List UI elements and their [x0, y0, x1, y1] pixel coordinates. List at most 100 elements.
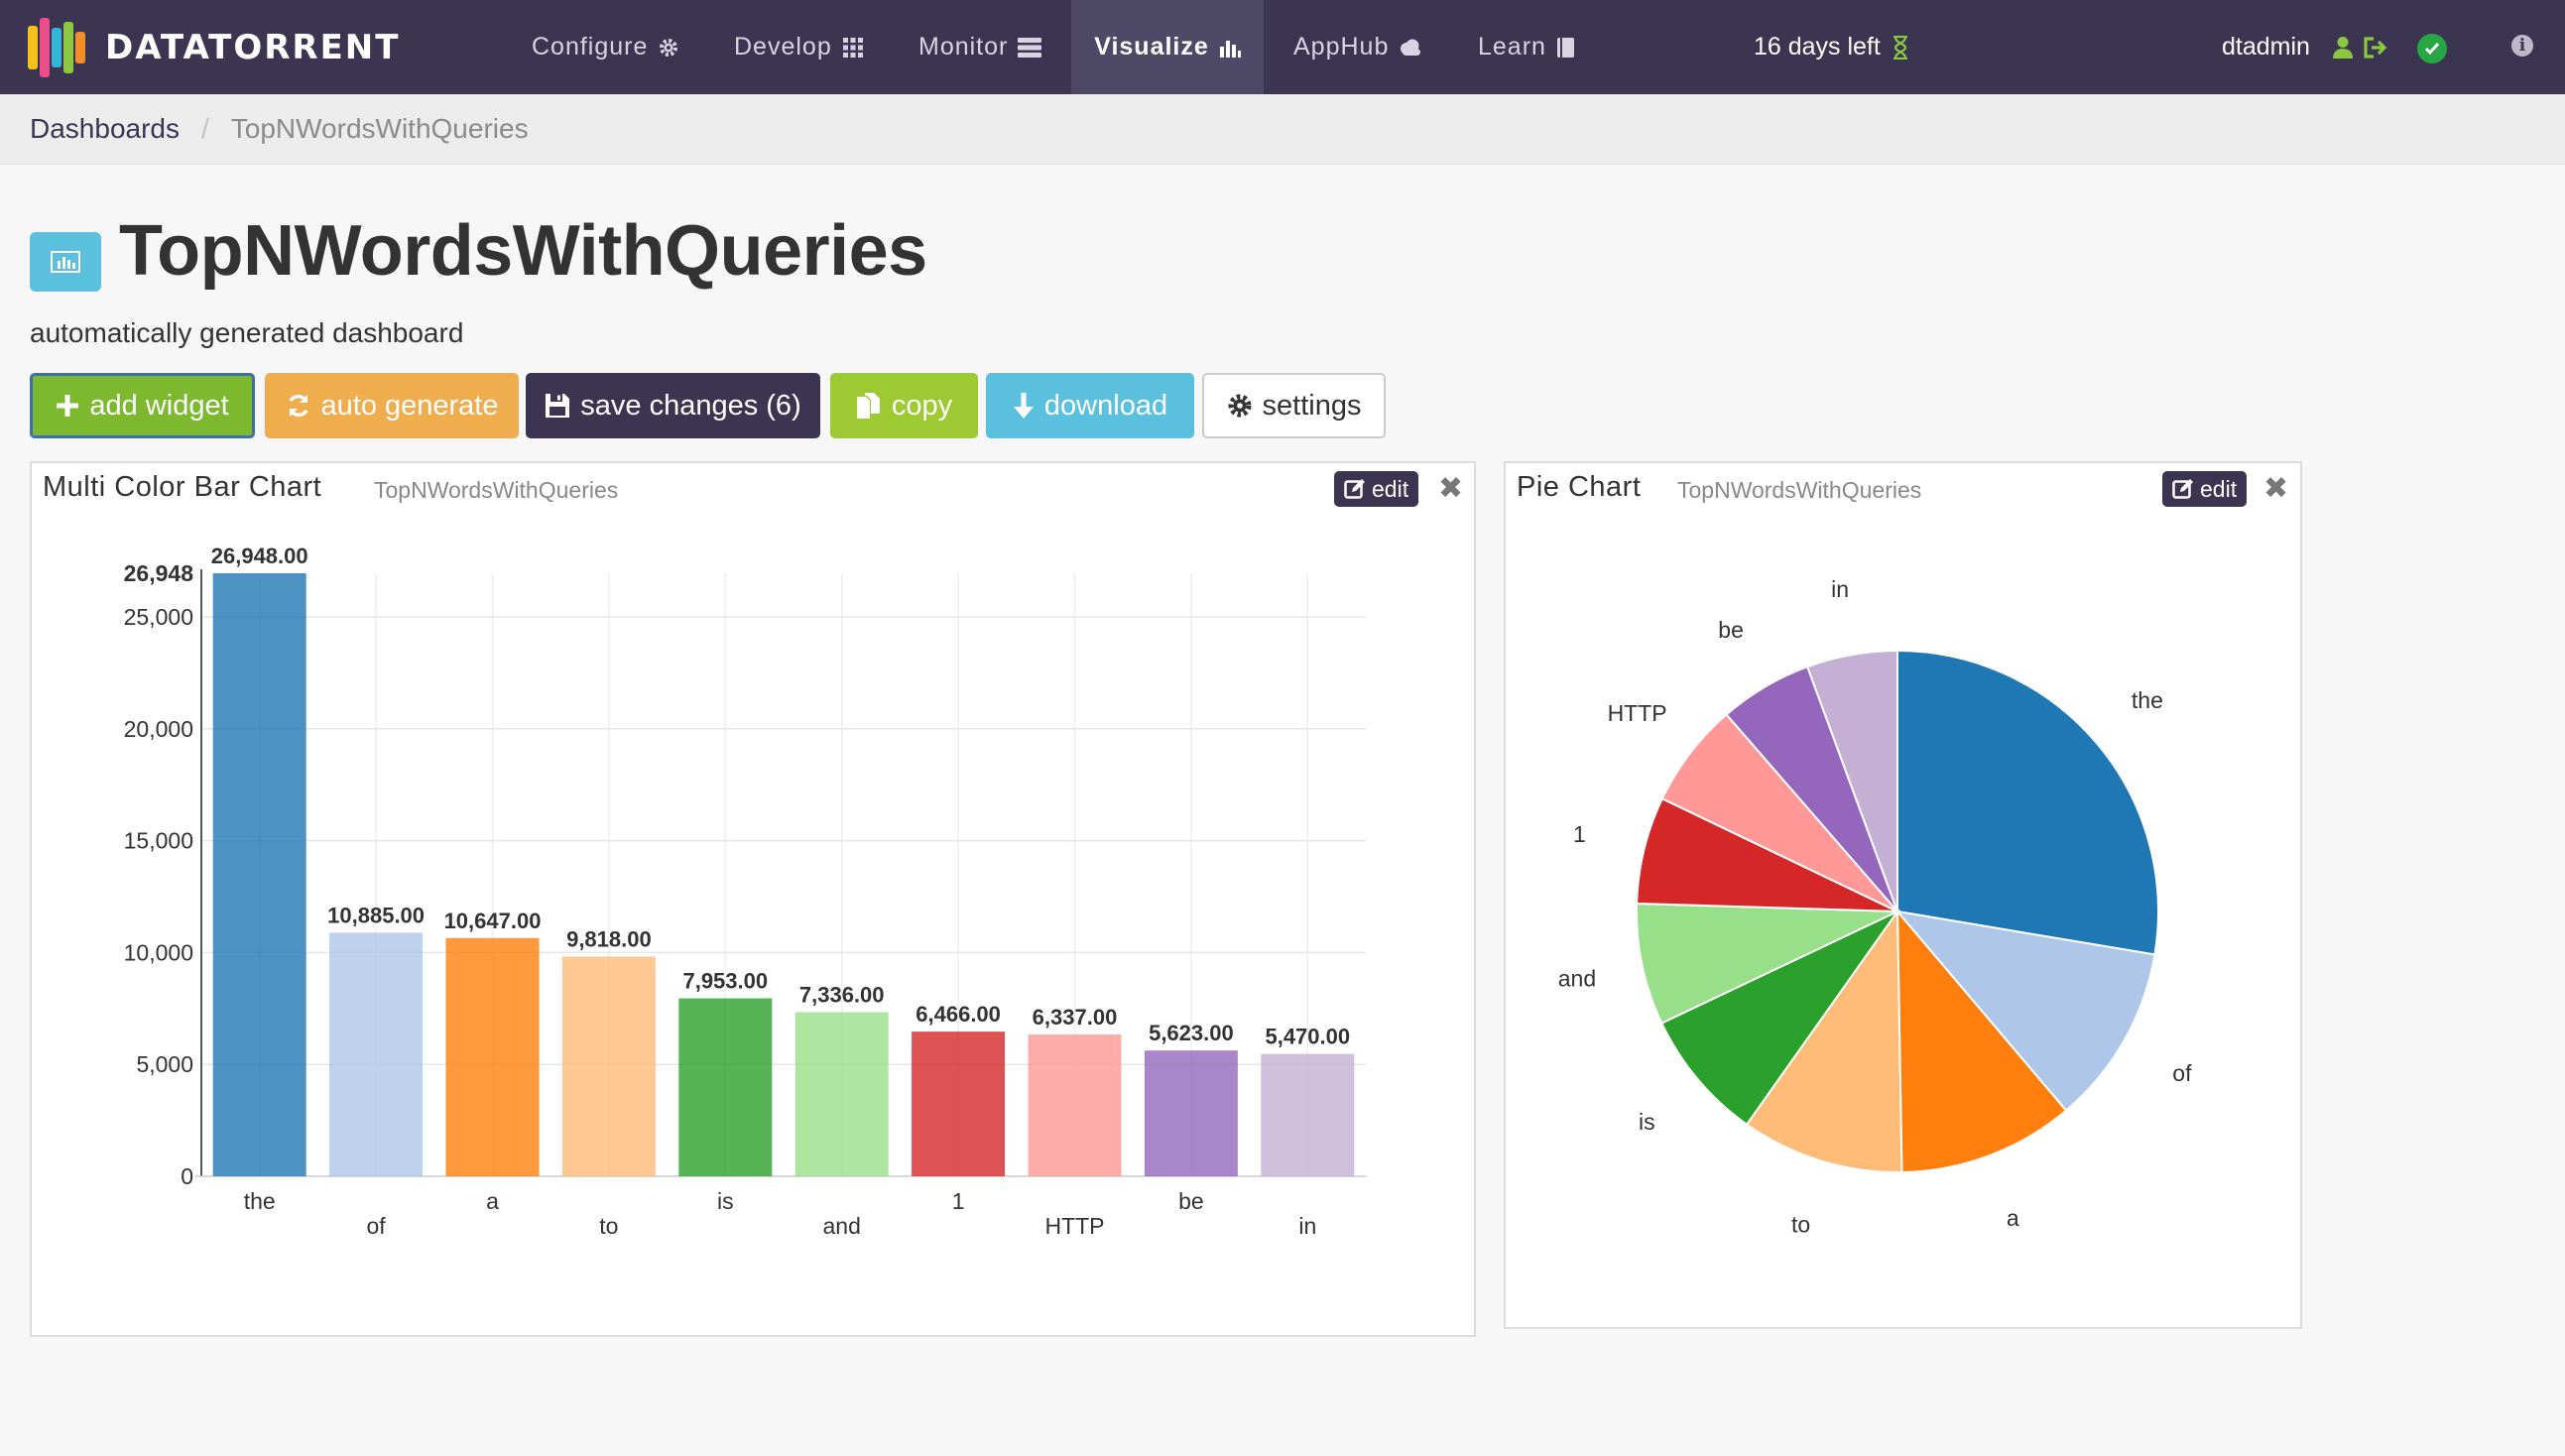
download-icon — [1013, 392, 1035, 420]
x-tick-label: is — [717, 1188, 734, 1214]
y-tick-label: 25,000 — [124, 604, 193, 630]
top-navbar: DATATORRENT Configure Develop Monitor Vi… — [0, 0, 2565, 94]
auto-generate-button[interactable]: auto generate — [265, 373, 519, 438]
x-tick-label: of — [367, 1213, 387, 1239]
plus-icon — [56, 394, 79, 418]
download-button[interactable]: download — [986, 373, 1194, 438]
x-tick-label: the — [244, 1188, 276, 1214]
settings-button[interactable]: settings — [1202, 373, 1386, 438]
nav-develop-label: Develop — [734, 33, 832, 61]
pie-label: HTTP — [1608, 700, 1667, 726]
nav-configure[interactable]: Configure — [504, 0, 707, 94]
pie-label: is — [1639, 1109, 1655, 1135]
bar — [1261, 1053, 1355, 1176]
pie-chart: the of a to is and 1 HTTP be in — [1558, 576, 2192, 1237]
dashboard-icon — [30, 232, 101, 292]
datatorrent-logo-icon — [28, 18, 85, 77]
save-changes-button[interactable]: save changes (6) — [526, 373, 820, 438]
gear-icon — [1227, 393, 1253, 419]
status-ok-icon[interactable] — [2417, 34, 2447, 63]
user-icon[interactable] — [2332, 36, 2354, 60]
nav-develop[interactable]: Develop — [706, 0, 892, 94]
username: dtadmin — [2222, 33, 2310, 61]
bar-value-label: 5,623.00 — [1149, 1021, 1234, 1045]
breadcrumb: Dashboards / TopNWordsWithQueries — [0, 94, 2565, 165]
y-tick-label: 5,000 — [136, 1051, 193, 1077]
nav-visualize-label: Visualize — [1094, 33, 1209, 61]
settings-label: settings — [1262, 389, 1362, 422]
save-icon — [545, 393, 570, 419]
grid-icon — [842, 37, 864, 59]
nav-monitor-label: Monitor — [918, 33, 1009, 61]
bar-value-label: 26,948.00 — [211, 544, 308, 568]
y-tick-label: 0 — [181, 1163, 193, 1189]
bar — [912, 1031, 1006, 1176]
trial-status: 16 days left — [1754, 0, 1908, 94]
brand-name: DATATORRENT — [105, 28, 401, 67]
download-label: download — [1043, 389, 1168, 422]
bar-value-label: 10,647.00 — [444, 909, 542, 933]
add-widget-button[interactable]: add widget — [30, 373, 255, 438]
auto-generate-label: auto generate — [320, 389, 499, 422]
nav-configure-label: Configure — [532, 33, 649, 61]
y-max-label: 26,948 — [124, 560, 194, 586]
bar-value-label: 5,470.00 — [1265, 1025, 1350, 1049]
bar — [1028, 1034, 1122, 1176]
bar-value-label: 9,818.00 — [566, 926, 652, 951]
pie-slice — [1896, 649, 2159, 956]
y-tick-label: 15,000 — [124, 828, 193, 854]
nav-monitor[interactable]: Monitor — [891, 0, 1069, 94]
book-icon — [1556, 37, 1576, 59]
nav-apphub-label: AppHub — [1293, 33, 1390, 61]
page-subtitle: automatically generated dashboard — [30, 317, 464, 348]
bar — [329, 932, 424, 1176]
bar-value-label: 7,953.00 — [682, 969, 768, 994]
server-icon — [1018, 37, 1042, 59]
breadcrumb-current: TopNWordsWithQueries — [230, 113, 529, 144]
breadcrumb-separator: / — [200, 113, 209, 144]
page-title: TopNWordsWithQueries — [119, 211, 927, 291]
copy-label: copy — [891, 389, 953, 422]
pie-label: be — [1718, 617, 1744, 643]
bar-value-label: 10,885.00 — [327, 903, 425, 927]
pie-label: 1 — [1573, 821, 1586, 847]
bar — [212, 573, 306, 1176]
nav-visualize[interactable]: Visualize — [1071, 0, 1264, 94]
bar — [1144, 1050, 1238, 1176]
pie-label: and — [1558, 965, 1596, 991]
bar — [794, 1012, 889, 1176]
copy-button[interactable]: copy — [830, 373, 978, 438]
bar-chart: 0 5,000 10,000 15,000 20,000 25,000 26,948 26,9… — [124, 544, 1366, 1239]
nav-learn[interactable]: Learn — [1450, 0, 1604, 94]
y-tick-label: 10,000 — [124, 939, 193, 965]
bar-value-label: 6,466.00 — [916, 1002, 1001, 1027]
save-changes-label: save changes (6) — [580, 389, 801, 422]
bar — [445, 937, 540, 1176]
pie-label: the — [2132, 687, 2163, 713]
bar-value-label: 6,337.00 — [1033, 1005, 1118, 1030]
gear-icon — [658, 37, 679, 59]
info-icon[interactable]: i — [2511, 35, 2533, 57]
nav-apphub[interactable]: AppHub — [1266, 0, 1450, 94]
nav-learn-label: Learn — [1478, 33, 1546, 61]
breadcrumb-dashboards-link[interactable]: Dashboards — [30, 113, 180, 145]
x-tick-label: and — [823, 1213, 861, 1239]
bar-chart-widget: Multi Color Bar Chart TopNWordsWithQueri… — [30, 461, 1476, 1337]
copy-icon — [856, 392, 882, 420]
pie-label: a — [2007, 1205, 2019, 1231]
y-tick-label: 20,000 — [124, 716, 193, 742]
bar-chart-icon — [1219, 37, 1241, 59]
brand[interactable]: DATATORRENT — [28, 18, 400, 77]
trial-days-left: 16 days left — [1754, 33, 1881, 61]
user-menu[interactable]: dtadmin — [2222, 0, 2389, 94]
logout-icon[interactable] — [2362, 36, 2389, 60]
add-widget-label: add widget — [89, 389, 229, 422]
pie-chart-widget: Pie Chart TopNWordsWithQueries edit ✖ th… — [1504, 461, 2302, 1329]
bar — [678, 998, 773, 1176]
hourglass-icon — [1893, 35, 1908, 60]
bar-value-label: 7,336.00 — [799, 982, 885, 1007]
bar — [561, 956, 656, 1176]
x-tick-label: a — [486, 1188, 499, 1214]
x-tick-label: in — [1298, 1213, 1316, 1239]
x-tick-label: to — [599, 1213, 618, 1239]
